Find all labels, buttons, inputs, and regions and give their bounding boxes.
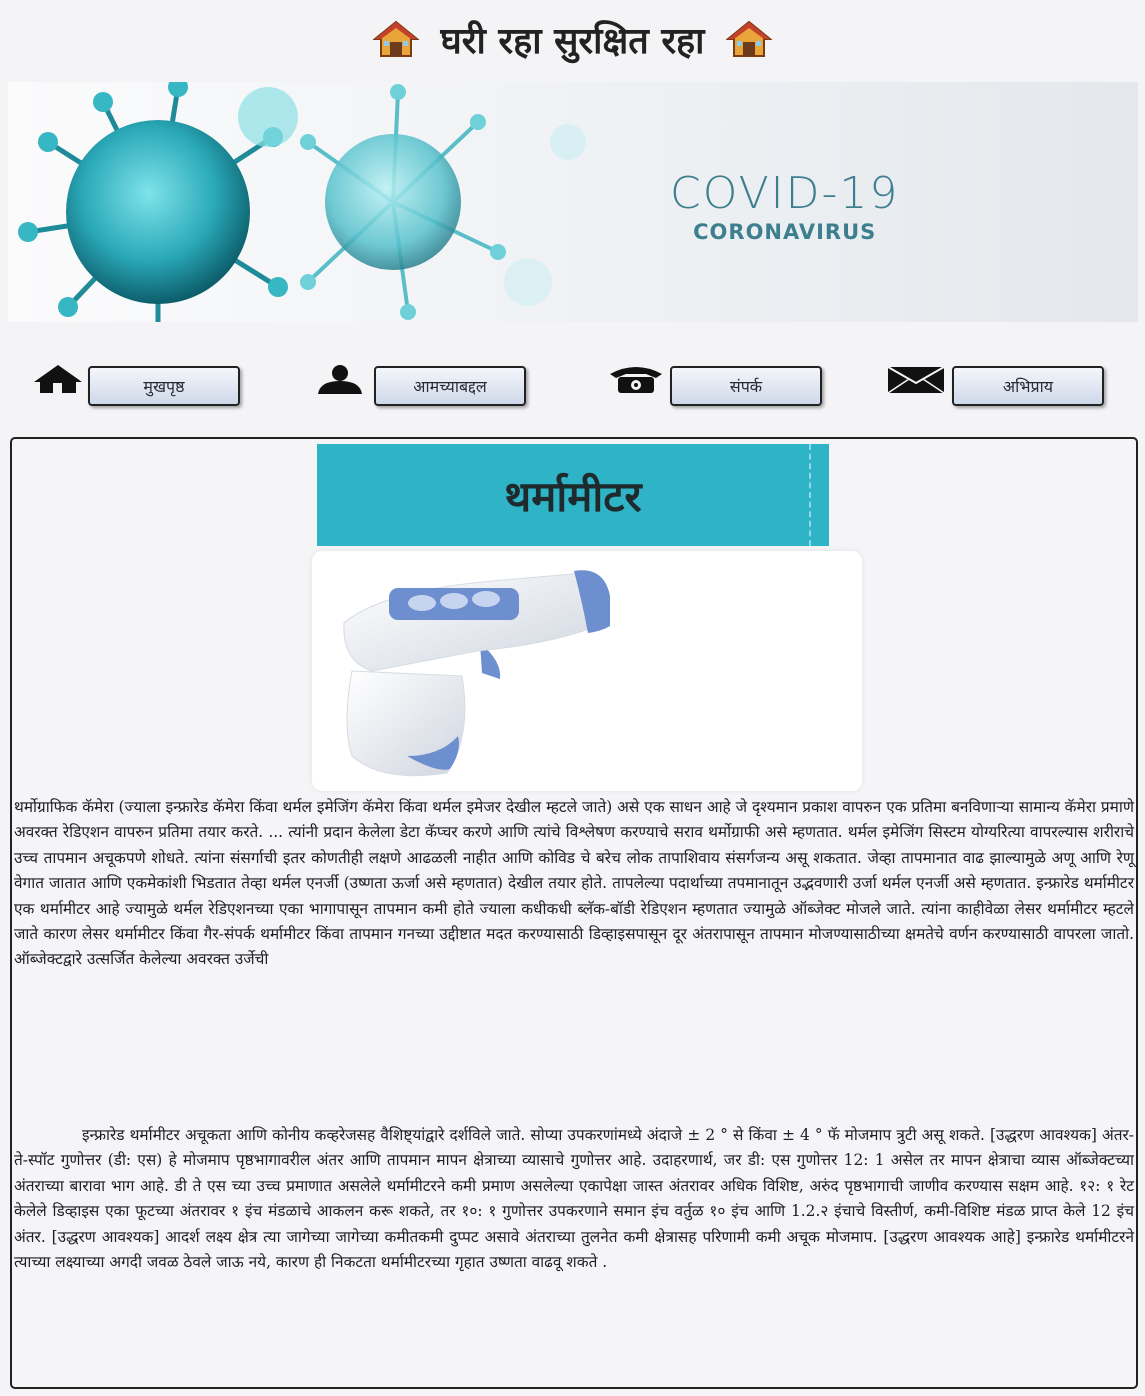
paragraph: इन्फ्रारेड थर्मामीटर अचूकता आणि कोनीय कव… [14, 1126, 1134, 1272]
mail-icon [887, 366, 945, 394]
user-icon [318, 365, 362, 394]
site-header: घरी रहा सुरक्षित रहा [0, 0, 1145, 78]
nav-button-feedback[interactable]: अभिप्राय [952, 366, 1104, 406]
covid-heading: COVID-19 CORONAVIRUS [670, 168, 900, 245]
nav-button-about[interactable]: आमच्याबद्दल [374, 366, 526, 406]
section-title: थर्मामीटर [504, 471, 642, 521]
home-icon [34, 365, 82, 393]
paragraph: थर्मोग्राफिक कॅमेरा (ज्याला इन्फ्रारेड क… [14, 798, 1134, 969]
thermometer-image [312, 551, 862, 791]
main-nav: मुखपृष्ठ आमच्याबद्दल संपर्क अभिप्राय [0, 362, 1145, 414]
nav-button-home[interactable]: मुखपृष्ठ [88, 366, 240, 406]
main-content: थर्मामीटर थर्मोग्राफिक कॅमेरा (ज्याला इन… [10, 437, 1138, 1389]
nav-button-contact[interactable]: संपर्क [670, 366, 822, 406]
section-header: थर्मामीटर [317, 444, 829, 546]
phone-icon [610, 367, 662, 393]
covid-title: COVID-19 [670, 168, 900, 219]
covid-subtitle: CORONAVIRUS [693, 220, 877, 244]
page-title: घरी रहा सुरक्षित रहा [440, 20, 705, 62]
infrared-thermometer-icon [343, 570, 610, 777]
house-icon [726, 20, 773, 57]
covid-banner: COVID-19 CORONAVIRUS [8, 82, 1138, 322]
house-icon [372, 20, 419, 57]
virus-illustration [18, 82, 586, 322]
